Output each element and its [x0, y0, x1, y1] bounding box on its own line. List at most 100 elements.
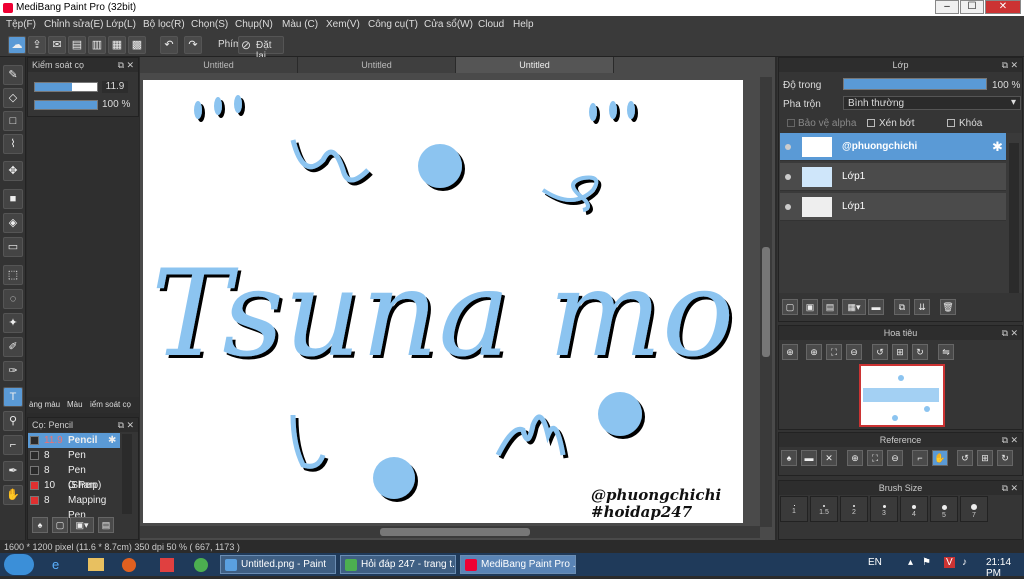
pen-tool-icon[interactable]: ✒ — [3, 461, 23, 481]
close-panel-icon[interactable]: ✕ — [1010, 326, 1018, 340]
tab-untitled-3[interactable]: Untitled — [456, 57, 614, 73]
menu-capture[interactable]: Chụp(N) — [235, 19, 273, 30]
protect-alpha-checkbox[interactable] — [787, 119, 795, 127]
brush-size-option[interactable]: 5 — [930, 496, 958, 522]
brush-menu-icon[interactable]: ▣▾ — [70, 517, 94, 533]
hand-icon[interactable]: ✋ — [932, 450, 948, 466]
brush-settings-icon[interactable]: ▤ — [98, 517, 114, 533]
close-panel-icon[interactable]: ✕ — [1010, 481, 1018, 495]
layer-row-lop1-a[interactable]: Lớp1 — [780, 163, 1006, 191]
fit-screen-icon[interactable]: ⛶ — [826, 344, 842, 360]
brush-size-option[interactable]: 4 — [900, 496, 928, 522]
new-brush-icon[interactable]: ▢ — [52, 517, 68, 533]
close-reference-icon[interactable]: ✕ — [821, 450, 837, 466]
brush-item-pencil[interactable]: 11.9 Pencil ✱ — [28, 433, 120, 448]
menu-view[interactable]: Xem(V) — [326, 19, 360, 30]
zoom-in-icon[interactable]: ⊕ — [782, 344, 798, 360]
horizontal-scrollbar[interactable] — [140, 526, 760, 538]
gradient-tool-icon[interactable]: ▭ — [3, 237, 23, 257]
language-indicator[interactable]: EN — [868, 557, 882, 568]
lock-checkbox[interactable] — [947, 119, 955, 127]
rotate-right-icon[interactable]: ↻ — [997, 450, 1013, 466]
close-panel-icon[interactable]: ✕ — [1010, 58, 1018, 72]
maximize-button[interactable]: ☐ — [960, 0, 984, 14]
network-icon[interactable]: ▴ — [908, 557, 913, 568]
menu-filter[interactable]: Bộ lọc(R) — [143, 19, 185, 30]
menu-layer[interactable]: Lớp(L) — [106, 19, 136, 30]
hand-tool-icon[interactable]: ✋ — [3, 485, 23, 505]
vertical-scroll-thumb[interactable] — [762, 247, 770, 357]
brush-size-option[interactable]: 7 — [960, 496, 988, 522]
fill-tool-icon[interactable]: ◈ — [3, 213, 23, 233]
flag-icon[interactable]: ⚑ — [922, 557, 931, 568]
comment-icon[interactable]: ✉ — [48, 36, 66, 54]
visibility-icon[interactable] — [785, 144, 791, 150]
rotate-left-icon[interactable]: ↺ — [872, 344, 888, 360]
brush-tool-icon[interactable]: ✎ — [3, 65, 23, 85]
menu-file[interactable]: Tệp(F) — [6, 19, 36, 30]
menu-cloud[interactable]: Cloud — [478, 19, 504, 30]
media-player-icon[interactable] — [122, 558, 136, 572]
brush-size-value[interactable]: 11.9 — [102, 81, 128, 93]
horizontal-scroll-thumb[interactable] — [380, 528, 530, 536]
undock-icon[interactable]: ⧉ — [1002, 433, 1008, 447]
select-pen-icon[interactable]: ✐ — [3, 337, 23, 357]
fit-screen-icon[interactable]: ⛶ — [867, 450, 883, 466]
zoom-in-icon[interactable]: ⊕ — [847, 450, 863, 466]
document-icon[interactable]: ▥ — [88, 36, 106, 54]
layer-opacity-slider[interactable] — [843, 78, 987, 90]
lasso-tool-icon[interactable]: ◌ — [3, 289, 23, 309]
tab-untitled-1[interactable]: Untitled — [140, 57, 298, 73]
menu-select[interactable]: Chọn(S) — [191, 19, 228, 30]
zoom-out-icon[interactable]: ⊖ — [846, 344, 862, 360]
blur-tool-icon[interactable]: ⌇ — [3, 134, 23, 154]
dot-tool-icon[interactable]: □ — [3, 111, 23, 131]
app-icon[interactable] — [160, 558, 174, 572]
reset-view-icon[interactable]: ⊞ — [892, 344, 908, 360]
new-halftone-layer-icon[interactable]: ▣ — [802, 299, 818, 315]
volume-icon[interactable]: ♪ — [962, 557, 967, 568]
tab-brush-control[interactable]: iểm soát cọ — [90, 400, 131, 409]
chrome-icon[interactable] — [194, 558, 208, 572]
brush-opacity-slider[interactable] — [34, 100, 98, 110]
grid-icon[interactable]: ▦ — [108, 36, 126, 54]
add-layer-menu-icon[interactable]: ▦▾ — [842, 299, 866, 315]
undock-icon[interactable]: ⧉ — [118, 418, 124, 432]
close-panel-icon[interactable]: ✕ — [126, 58, 134, 72]
layer-list-scrollbar[interactable] — [1009, 143, 1019, 293]
close-panel-icon[interactable]: ✕ — [126, 418, 134, 432]
undock-icon[interactable]: ⧉ — [118, 58, 124, 72]
menu-color[interactable]: Màu (C) — [282, 19, 318, 30]
clip-checkbox[interactable] — [867, 119, 875, 127]
shape-tool-icon[interactable]: ■ — [3, 189, 23, 209]
brush-item-mapping-pen[interactable]: 8 Mapping Pen — [28, 493, 120, 521]
gear-icon[interactable]: ✱ — [992, 139, 1003, 155]
visibility-icon[interactable] — [785, 204, 791, 210]
brush-size-option[interactable]: 2 — [840, 496, 868, 522]
menu-help[interactable]: Help — [513, 19, 534, 30]
navigator-preview[interactable] — [859, 364, 945, 427]
add-brush-icon[interactable]: ♠ — [32, 517, 48, 533]
brush-list-scrollbar[interactable] — [122, 434, 132, 514]
ie-icon[interactable]: e — [52, 557, 68, 573]
task-paint[interactable]: Untitled.png - Paint — [220, 555, 336, 574]
brush-size-option[interactable]: 3 — [870, 496, 898, 522]
rotate-right-icon[interactable]: ↻ — [912, 344, 928, 360]
upload-icon[interactable]: ⇪ — [28, 36, 46, 54]
menu-tools[interactable]: Công cụ(T) — [368, 19, 418, 30]
new-8bit-layer-icon[interactable]: ▤ — [822, 299, 838, 315]
task-medibang[interactable]: MediBang Paint Pro ... — [460, 555, 576, 574]
menu-window[interactable]: Cửa sổ(W) — [424, 19, 473, 30]
merge-layer-icon[interactable]: ⇊ — [914, 299, 930, 315]
folder-icon[interactable]: ▬ — [868, 299, 884, 315]
select-tool-icon[interactable]: ⬚ — [3, 265, 23, 285]
panel-icon[interactable]: ▩ — [128, 36, 146, 54]
brush-item-pen[interactable]: 8 Pen — [28, 448, 120, 463]
brush-size-slider[interactable] — [34, 82, 98, 92]
eyedropper-tool-icon[interactable]: ⌐ — [3, 435, 23, 455]
layer-row-lop1-b[interactable]: Lớp1 — [780, 193, 1006, 221]
eyedropper-icon[interactable]: ⌐ — [912, 450, 928, 466]
undo-button[interactable]: ↶ — [160, 36, 178, 54]
explorer-icon[interactable] — [88, 558, 104, 571]
rotate-left-icon[interactable]: ↺ — [957, 450, 973, 466]
